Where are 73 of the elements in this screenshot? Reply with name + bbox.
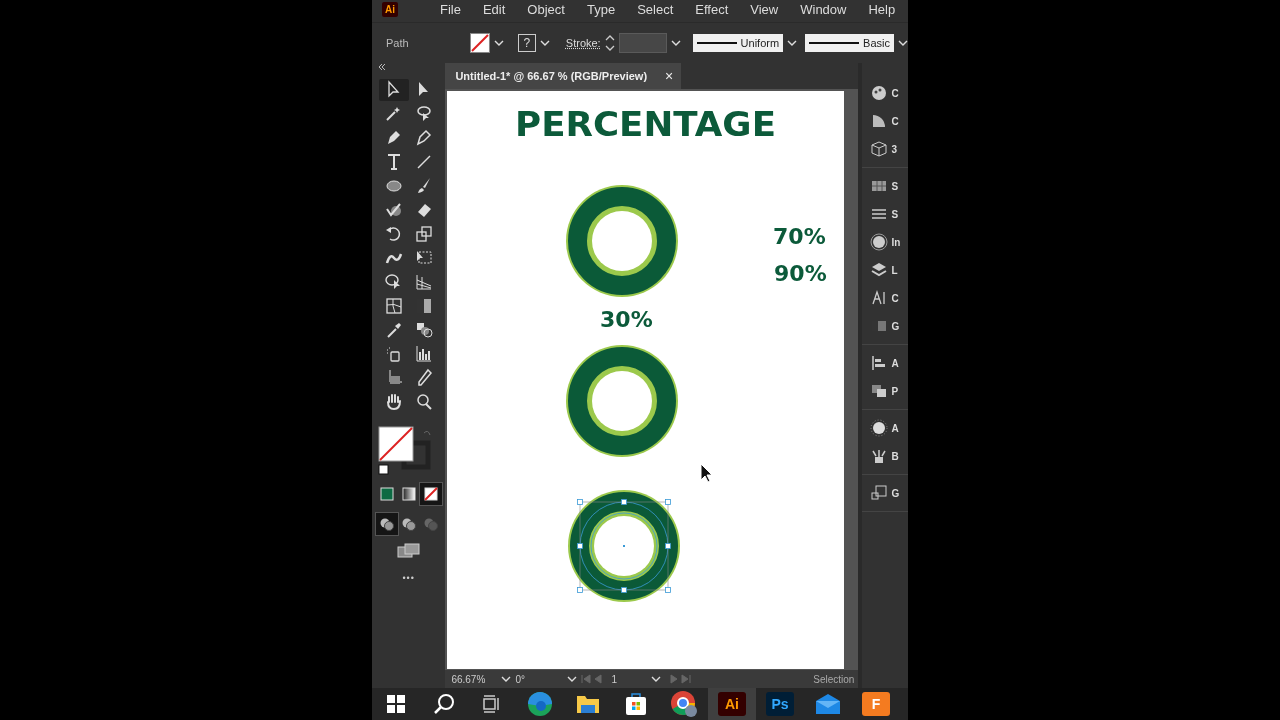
- chevron-icon[interactable]: [539, 39, 550, 47]
- chevron-icon[interactable]: [670, 39, 681, 47]
- menu-item[interactable]: Object: [527, 1, 565, 17]
- stroke-swatch[interactable]: ?: [517, 34, 536, 52]
- screen-mode-icon[interactable]: [396, 543, 421, 559]
- panel-label[interactable]: A: [891, 357, 899, 369]
- search-icon[interactable]: [433, 693, 455, 715]
- app-icon[interactable]: Ps: [766, 692, 794, 716]
- windows-start-icon[interactable]: [387, 695, 405, 713]
- chevron-icon[interactable]: [501, 675, 512, 683]
- chevron-icon[interactable]: [787, 39, 798, 47]
- panel-label[interactable]: G: [891, 487, 900, 499]
- app-logo[interactable]: Ai: [382, 1, 398, 17]
- panel-icon[interactable]: [870, 261, 889, 279]
- selection-type-label: Path: [386, 37, 410, 49]
- panel-label[interactable]: 3: [891, 143, 897, 155]
- panel-label[interactable]: G: [891, 320, 900, 332]
- more-tools-button[interactable]: •••: [402, 573, 415, 583]
- stepper-icon[interactable]: [604, 34, 615, 52]
- menu-item[interactable]: Type: [586, 1, 616, 17]
- panel-icon[interactable]: [870, 484, 889, 502]
- store-icon[interactable]: [624, 692, 648, 716]
- stroke-label[interactable]: Stroke:: [565, 37, 601, 49]
- menu-item[interactable]: Window: [800, 1, 847, 17]
- chevron-icon[interactable]: [493, 39, 504, 47]
- menu-item[interactable]: Effect: [695, 1, 729, 17]
- collapse-icon[interactable]: [378, 64, 386, 70]
- none-icon[interactable]: [419, 483, 442, 505]
- current-tool-label: Selection: [813, 673, 855, 685]
- document-tab[interactable]: Untitled-1* @ 66.67 % (RGB/Preview) ×: [445, 63, 682, 89]
- menu-item[interactable]: File: [440, 1, 461, 17]
- panel-label[interactable]: C: [891, 115, 899, 127]
- percentage-label: 90%: [774, 260, 827, 286]
- menu-item[interactable]: View: [750, 1, 779, 17]
- fill-swatch[interactable]: [469, 33, 490, 53]
- percentage-label: 70%: [773, 223, 826, 249]
- artboard-number-field[interactable]: 1: [611, 673, 648, 685]
- panel-label[interactable]: In: [891, 236, 901, 248]
- panel-label[interactable]: S: [891, 180, 899, 192]
- panel-label[interactable]: B: [891, 450, 899, 462]
- menu-item[interactable]: Help: [868, 1, 896, 17]
- folder-icon[interactable]: [576, 693, 600, 715]
- panel-icon[interactable]: [870, 447, 889, 465]
- chevron-icon[interactable]: [651, 675, 662, 683]
- draw-mode-icon[interactable]: [375, 513, 398, 535]
- mail-icon[interactable]: [815, 693, 841, 715]
- rotation-dropdown[interactable]: 0°: [515, 673, 564, 685]
- panel-icon[interactable]: [870, 382, 889, 400]
- panel-icon[interactable]: [870, 140, 889, 158]
- task-view-icon[interactable]: [482, 694, 502, 714]
- app-icon[interactable]: Ai: [718, 692, 746, 716]
- menu-item[interactable]: Select: [637, 1, 674, 17]
- panel-icon[interactable]: [870, 419, 889, 437]
- brush-dropdown[interactable]: Basic: [805, 34, 894, 52]
- profile-dropdown[interactable]: Uniform: [692, 34, 784, 52]
- percentage-label: 30%: [600, 306, 653, 332]
- panel-icon[interactable]: [870, 84, 889, 102]
- panel-icon[interactable]: [870, 233, 889, 251]
- chevron-icon[interactable]: [567, 675, 578, 683]
- panel-label[interactable]: S: [891, 208, 899, 220]
- panel-label[interactable]: L: [891, 264, 898, 276]
- panel-label[interactable]: C: [891, 87, 899, 99]
- chevron-icon[interactable]: [898, 39, 908, 47]
- selection-tool-icon[interactable]: [378, 79, 409, 101]
- panel-label[interactable]: C: [891, 292, 899, 304]
- menu-item[interactable]: Edit: [482, 1, 506, 17]
- panel-label[interactable]: P: [891, 385, 899, 397]
- browser-icon[interactable]: [670, 690, 698, 718]
- close-icon[interactable]: ×: [665, 68, 674, 84]
- panel-label[interactable]: A: [891, 422, 899, 434]
- heading-text: PERCENTAGE: [514, 105, 778, 144]
- zoom-dropdown[interactable]: 66.67%: [451, 673, 498, 685]
- stroke-weight-field[interactable]: [618, 33, 667, 53]
